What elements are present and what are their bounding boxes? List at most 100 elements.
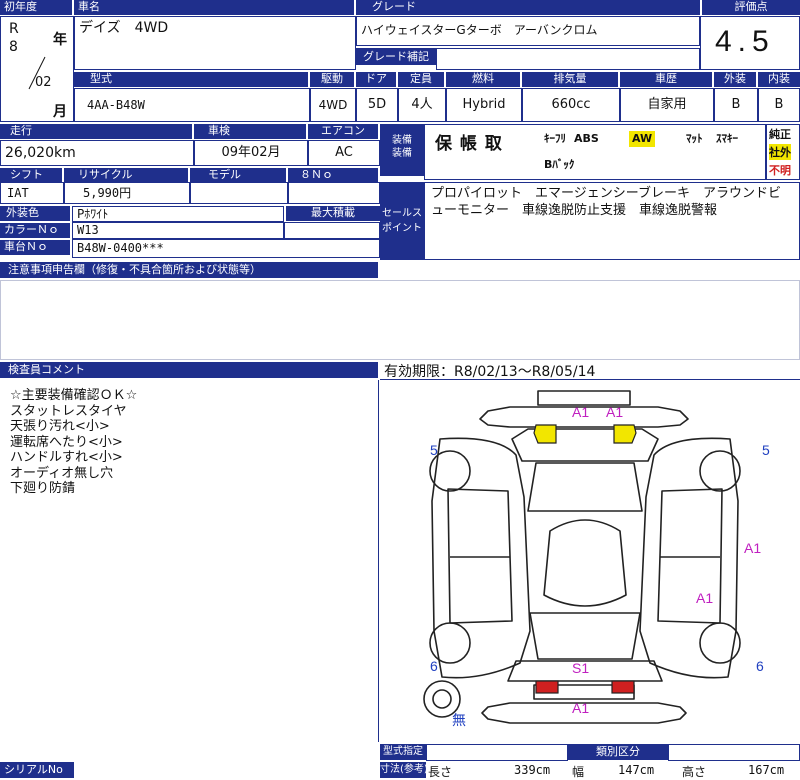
equipment-label-line1: 装備 bbox=[392, 135, 412, 146]
grade-value: ハイウェイスターGターボ アーバンクロム bbox=[356, 16, 700, 46]
spec-label-fuel: 燃料 bbox=[446, 72, 520, 87]
sales-point-label: セールスポイント bbox=[380, 182, 424, 260]
shift-label: シフト bbox=[0, 168, 62, 182]
sales-point-text: プロパイロット エマージェンシーブレーキ アラウンドビューモニター 車線逸脱防止… bbox=[424, 182, 800, 260]
recycle-label: リサイクル bbox=[64, 168, 188, 182]
damage-mark-rear-s1: S1 bbox=[572, 660, 590, 676]
spec-model: 4AA-B48W bbox=[74, 88, 310, 122]
grade-label: グレード bbox=[356, 0, 700, 15]
mileage-label: 走行 bbox=[0, 124, 192, 139]
exterior-color-value: Pﾎﾜｲﾄ bbox=[72, 206, 284, 222]
inspector-comment-label: 検査員コメント bbox=[0, 362, 378, 378]
spec-label-exterior: 外装 bbox=[714, 72, 756, 87]
inspection-value: 09年02月 bbox=[194, 140, 308, 166]
damage-mark-front-2: A1 bbox=[606, 404, 624, 420]
auction-sheet: 初年度 車名 グレード 評価点 R 8 年 02 月 デイズ 4WD ハイウェイ… bbox=[0, 0, 800, 780]
serial-no-label: シリアルNo bbox=[0, 762, 74, 778]
chassis-no-value: B48W-0400*** bbox=[72, 239, 380, 258]
width-label: 幅 bbox=[572, 765, 585, 779]
car-name: デイズ 4WD bbox=[74, 16, 356, 70]
spec-door: 5D bbox=[356, 88, 398, 122]
warranty-value: 保 帳 取 bbox=[435, 134, 503, 154]
comment-line: 下廻り防錆 bbox=[10, 481, 76, 496]
spec-label-door: ドア bbox=[356, 72, 396, 87]
comment-line: オーディオ無し穴 bbox=[10, 465, 114, 481]
color-no-label: カラーＮｏ bbox=[0, 223, 70, 238]
class-value bbox=[668, 744, 800, 761]
mat-badge: ﾏｯﾄ bbox=[686, 132, 703, 145]
aw-badge: AW bbox=[629, 131, 656, 147]
size-label: 寸法(参考) bbox=[380, 762, 426, 778]
parts-origin-box: 純正 社外 不明 bbox=[766, 124, 800, 180]
height-label: 高さ bbox=[682, 765, 707, 779]
size-row: 長さ 339cm 幅 147cm 高さ 167cm bbox=[426, 761, 800, 780]
smartkey-badge: ｽﾏｷｰ bbox=[716, 132, 738, 145]
section-divider bbox=[378, 380, 379, 742]
spare-tire-hub-shape bbox=[432, 689, 452, 709]
length-label: 長さ bbox=[428, 765, 453, 779]
aftermarket-badge: 社外 bbox=[769, 144, 791, 160]
spec-fuel: Hybrid bbox=[446, 88, 522, 122]
spec-label-drive: 駆動 bbox=[310, 72, 354, 87]
unknown-badge: 不明 bbox=[769, 164, 791, 177]
recycle-value: 5,990円 bbox=[64, 182, 190, 204]
spare-tire-note: 無 bbox=[452, 712, 466, 728]
tire-depth-rear-right: 6 bbox=[756, 658, 764, 674]
color-no-value: W13 bbox=[72, 222, 284, 239]
spec-capacity: 4人 bbox=[398, 88, 446, 122]
equipment-label: 装備 装備 bbox=[380, 124, 424, 176]
keyless-badge: ｷｰﾌﾘ bbox=[544, 132, 566, 145]
type-designation-label: 型式指定 bbox=[380, 744, 426, 760]
taillight-right-highlight bbox=[611, 680, 635, 694]
headlight-left-highlight bbox=[533, 424, 557, 444]
spec-displacement: 660cc bbox=[522, 88, 620, 122]
width-value: 147cm bbox=[618, 763, 655, 777]
notes-label: 注意事項申告欄（修復・不具合箇所および状態等） bbox=[0, 262, 378, 278]
spec-label-displacement: 排気量 bbox=[522, 72, 618, 87]
abs-badge: ABS bbox=[574, 132, 599, 145]
comment-line: 運転席へたり<小> bbox=[10, 434, 123, 450]
taillight-left-highlight bbox=[535, 680, 559, 694]
left-door-shape bbox=[447, 488, 513, 624]
windshield-shape bbox=[527, 462, 643, 512]
car-name-label: 車名 bbox=[74, 0, 354, 15]
rear-window-shape bbox=[529, 612, 641, 660]
eight-no-value bbox=[288, 182, 380, 204]
airbag-badge: Bﾊﾞｯｸ bbox=[544, 158, 575, 171]
height-value: 167cm bbox=[748, 763, 785, 777]
type-designation-value bbox=[426, 744, 568, 761]
comment-line: 天張り汚れ<小> bbox=[10, 419, 110, 434]
model-label: モデル bbox=[190, 168, 286, 182]
score-label: 評価点 bbox=[702, 0, 800, 15]
mileage-value: 26,020km bbox=[0, 140, 194, 166]
tire-depth-rear-left: 6 bbox=[430, 658, 438, 674]
genuine-badge: 純正 bbox=[769, 128, 791, 141]
left-side-body-shape bbox=[431, 437, 531, 679]
score-box: 4.5 bbox=[700, 16, 800, 70]
validity-row: 有効期限：R8/02/13～R8/05/14 bbox=[380, 360, 800, 380]
exterior-color-label: 外装色 bbox=[0, 206, 70, 221]
front-grille-shape bbox=[537, 390, 631, 406]
comment-line: ハンドルすれ<小> bbox=[10, 450, 123, 465]
spec-label-interior: 内装 bbox=[758, 72, 800, 87]
shift-value: IAT bbox=[0, 182, 64, 204]
grade-note-value bbox=[436, 48, 700, 70]
max-load-label: 最大積載 bbox=[286, 206, 380, 221]
damage-mark-roof: A1 bbox=[696, 590, 714, 606]
tire-depth-front-left: 5 bbox=[430, 442, 438, 458]
spec-drive: 4WD bbox=[310, 88, 356, 122]
roof-shape bbox=[543, 519, 627, 607]
notes-area bbox=[0, 280, 800, 360]
score-value: 4.5 bbox=[715, 25, 775, 58]
model-value bbox=[190, 182, 288, 204]
comment-list: ☆主要装備確認ＯＫ☆ スタットレスタイヤ 天張り汚れ<小> 運転席へたり<小> … bbox=[10, 388, 370, 528]
grade-note-label: グレード補記 bbox=[356, 48, 436, 65]
eight-no-label: ８Ｎｏ bbox=[288, 168, 378, 182]
car-damage-diagram bbox=[423, 390, 741, 724]
spec-label-history: 車歴 bbox=[620, 72, 712, 87]
year-label: 初年度 bbox=[0, 0, 72, 15]
comment-line: スタットレスタイヤ bbox=[10, 403, 127, 419]
comment-line: ☆主要装備確認ＯＫ☆ bbox=[10, 388, 138, 403]
max-load-value bbox=[284, 222, 380, 239]
length-value: 339cm bbox=[514, 763, 551, 777]
